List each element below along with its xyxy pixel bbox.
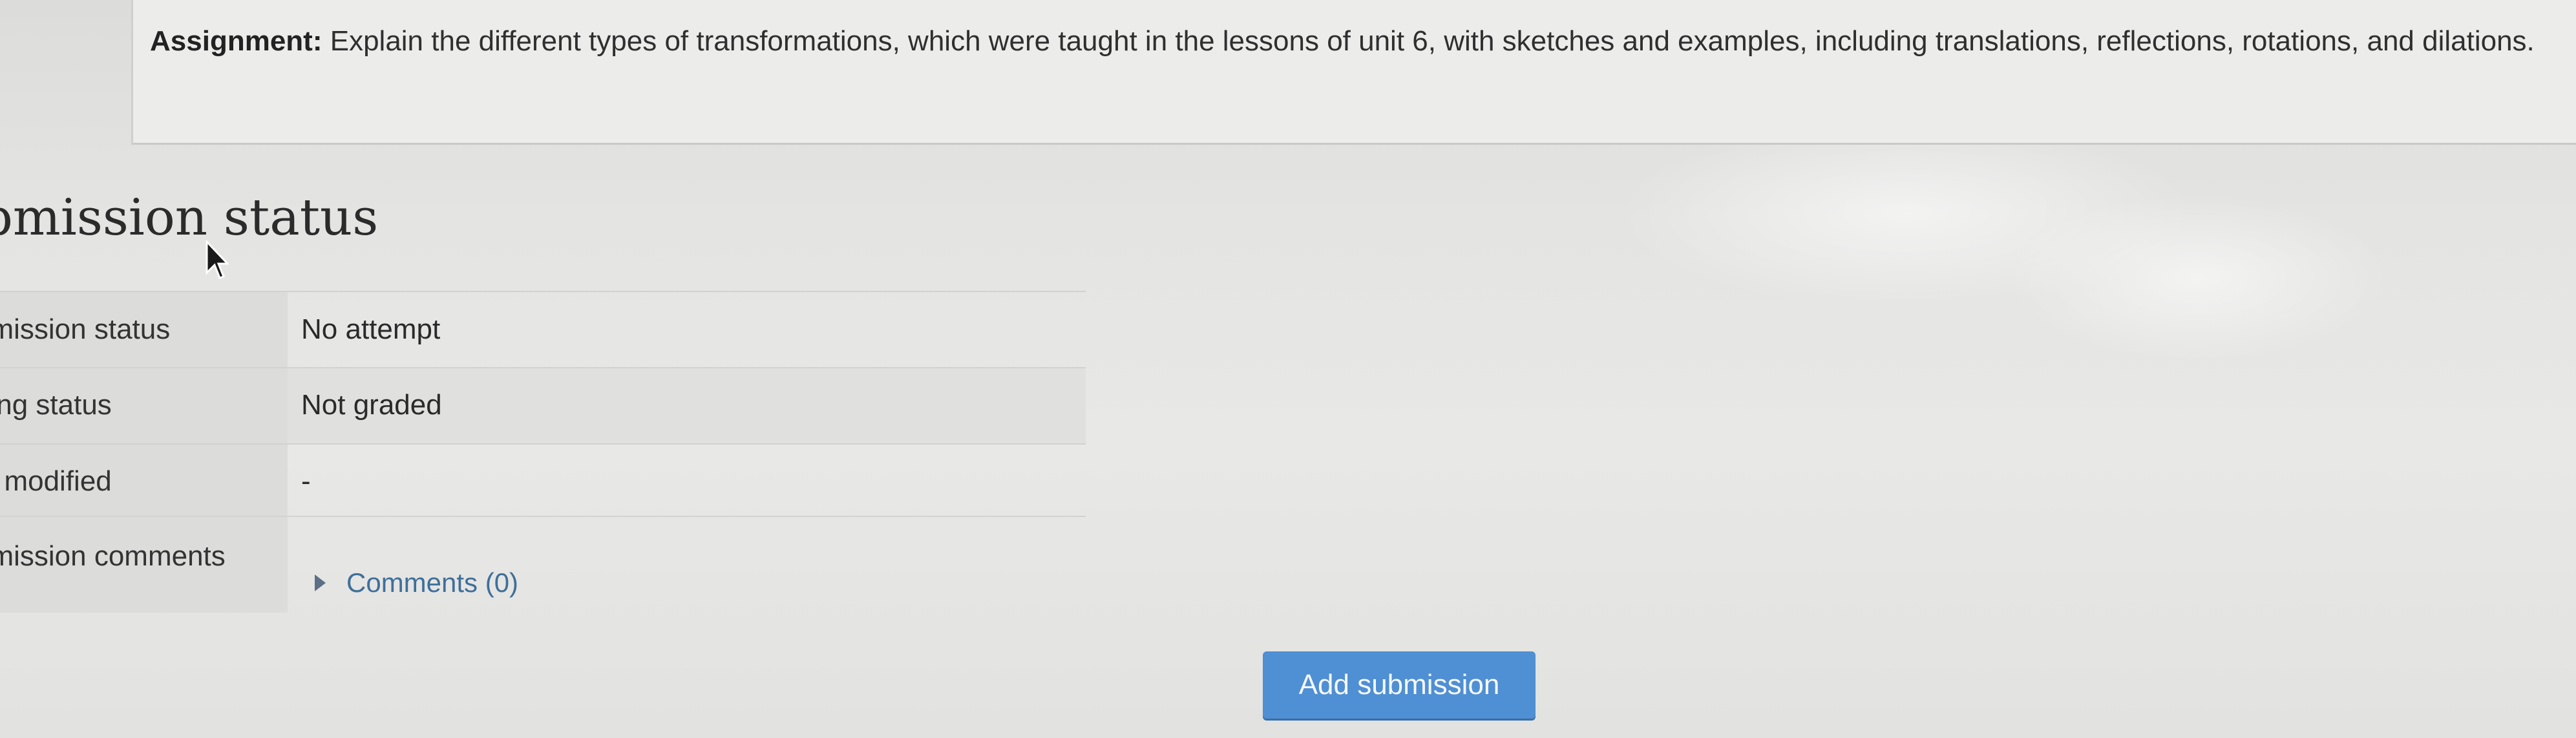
page: Assignment: Explain the different types …: [0, 0, 2576, 738]
row-label: st modified: [0, 465, 112, 497]
status-row-comments: bmission comments: [0, 516, 1086, 613]
add-submission-button[interactable]: Add submission: [1263, 651, 1536, 719]
assignment-label: Assignment:: [150, 25, 322, 57]
comments-toggle-link[interactable]: Comments (0): [315, 567, 518, 598]
status-row-submission: omission status No attempt: [0, 291, 1086, 367]
comments-link-label: Comments (0): [346, 567, 519, 598]
caret-right-icon: [315, 574, 326, 591]
row-label: omission status: [0, 313, 171, 345]
row-value: -: [301, 465, 311, 497]
assignment-text: Explain the different types of transform…: [330, 25, 2535, 57]
screen-glare: [2003, 194, 2391, 362]
status-row-grading: ding status Not graded: [0, 367, 1086, 443]
section-heading: bmission status: [0, 189, 379, 247]
screen-glare: [1616, 116, 2197, 310]
mouse-cursor-icon: [206, 240, 229, 279]
status-row-last-modified: st modified -: [0, 443, 1086, 516]
row-value: No attempt: [301, 313, 441, 345]
assignment-description: Assignment: Explain the different types …: [150, 19, 2567, 63]
row-value: Not graded: [301, 389, 442, 421]
row-label: bmission comments: [0, 540, 226, 572]
row-label: ding status: [0, 389, 112, 421]
